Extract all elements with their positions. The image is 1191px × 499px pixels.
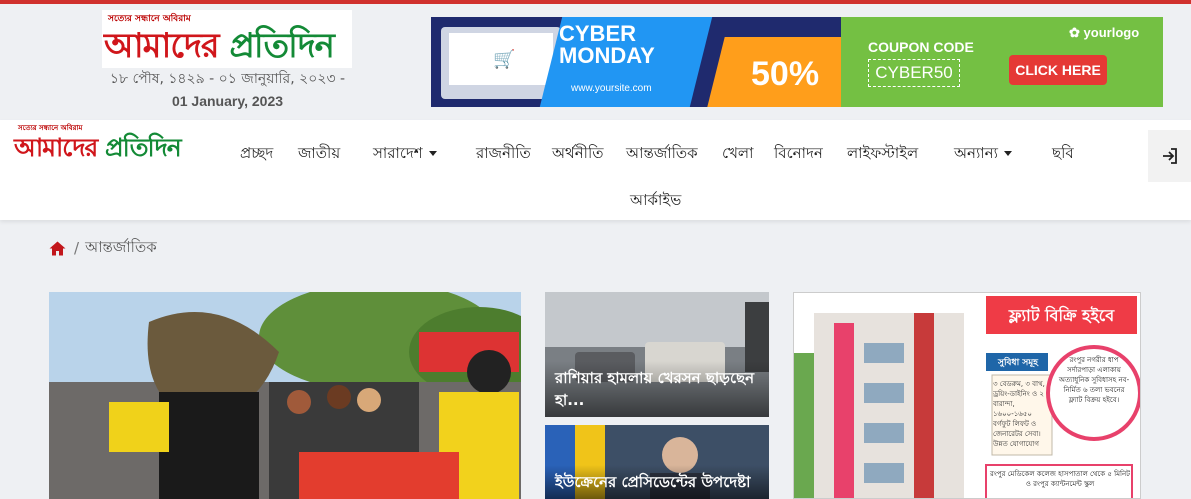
ad-headline: CYBER MONDAY <box>559 21 655 68</box>
nav-item-sports[interactable]: খেলা <box>722 142 753 167</box>
article-title[interactable]: ইউক্রেনের প্রেসিডেন্টের উপদেষ্টা <box>545 465 769 499</box>
coupon-label: COUPON CODE <box>868 39 974 55</box>
main-navigation: সত্যের সন্ধানে অবিরাম আমাদের প্রতিদিন প্… <box>0 120 1191 220</box>
nav-item-international[interactable]: আন্তর্জাতিক <box>626 142 698 167</box>
date-bengali: ১৮ পৌষ, ১৪২৯ - ০১ জানুয়ারি, ২০২৩ - <box>109 71 346 87</box>
brand-icon: ✿ <box>1069 25 1080 40</box>
ad-percent: 50% <box>751 55 820 93</box>
cart-icon: 🛒 <box>493 49 516 70</box>
flat-ad-footer: রংপুর মেডিকেল কলেজ হাসপাতাল থেকে ৫ মিনিট… <box>990 470 1130 488</box>
date-english: 01 January, 2023 <box>171 93 284 109</box>
login-button[interactable] <box>1148 130 1191 182</box>
coupon-code: CYBER50 <box>868 59 960 87</box>
nav-logo-text: আমাদের প্রতিদিন <box>14 133 182 162</box>
breadcrumb-separator: / <box>74 239 80 257</box>
nav-item-archive[interactable]: আর্কাইভ <box>630 189 681 214</box>
flat-ad-features: ৩ বেডরুম, ৩ বাথ, ড্রয়িং-ডাইনিং ও ২ বারা… <box>993 380 1045 448</box>
flat-sale-ad[interactable]: ফ্ল্যাট বিক্রি হইবে সুবিধা সমূহ ৩ বেডরুম… <box>793 292 1141 499</box>
header-date: ১৮ পৌষ, ১৪২৯ - ০১ জানুয়ারি, ২০২৩ - 01 J… <box>80 68 375 112</box>
site-logo[interactable]: সত্যের সন্ধানে অবিরাম আমাদের প্রতিদিন <box>102 10 352 68</box>
home-icon[interactable] <box>49 241 66 256</box>
flat-ad-headline: ফ্ল্যাট বিক্রি হইবে <box>1008 306 1115 325</box>
lead-photo <box>49 292 521 499</box>
breadcrumb-current: আন্তর্জাতিক <box>85 237 157 256</box>
flat-ad-location: রংপুর নগরীর ধাপ সর্দারপাড়া এলাকায় অত্য… <box>1058 356 1130 404</box>
login-icon <box>1162 148 1177 164</box>
nav-item-national[interactable]: জাতীয় <box>298 142 340 167</box>
nav-logo[interactable]: সত্যের সন্ধানে অবিরাম আমাদের প্রতিদিন <box>14 122 194 162</box>
cyber-monday-ad[interactable]: 🛒 CYBER MONDAY www.yoursite.com 50% COUP… <box>431 17 1163 107</box>
laptop-image: 🛒 <box>441 27 561 99</box>
nav-item-country[interactable]: সারাদেশ <box>373 142 437 167</box>
nav-item-entertainment[interactable]: বিনোদন <box>774 142 823 167</box>
article-card[interactable]: ইউক্রেনের প্রেসিডেন্টের উপদেষ্টা <box>545 425 769 499</box>
nav-item-lifestyle[interactable]: লাইফস্টাইল <box>847 142 918 167</box>
article-title[interactable]: রাশিয়ার হামলায় খেরসন ছাড়ছেন হা... <box>545 361 769 417</box>
nav-item-politics[interactable]: রাজনীতি <box>476 142 531 167</box>
nav-item-economy[interactable]: অর্থনীতি <box>552 142 604 167</box>
ad-site: www.yoursite.com <box>571 83 652 94</box>
nav-item-home[interactable]: প্রচ্ছদ <box>240 142 273 167</box>
nav-item-photos[interactable]: ছবি <box>1052 142 1074 167</box>
click-here-button[interactable]: CLICK HERE <box>1009 55 1107 85</box>
ad-brand: ✿ yourlogo <box>1069 25 1140 40</box>
nav-item-others[interactable]: অন্যান্য <box>954 142 1012 167</box>
article-card[interactable]: রাশিয়ার হামলায় খেরসন ছাড়ছেন হা... <box>545 292 769 417</box>
flat-ad-features-label: সুবিধা সমূহ <box>998 358 1038 368</box>
lead-article-image[interactable] <box>49 292 521 499</box>
chevron-down-icon <box>428 151 437 156</box>
chevron-down-icon <box>1003 151 1012 156</box>
breadcrumb: / আন্তর্জাতিক <box>49 237 157 259</box>
